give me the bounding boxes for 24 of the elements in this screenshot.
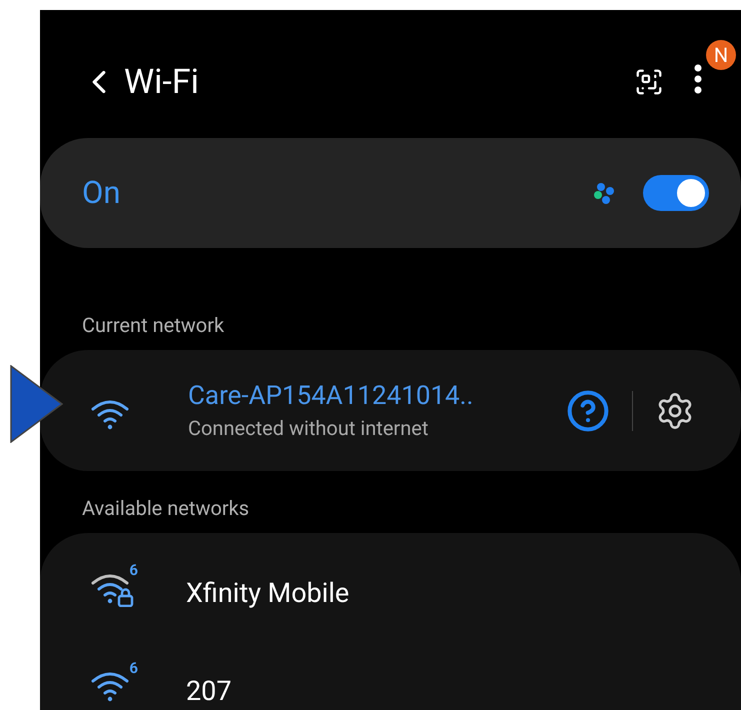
network-name: 207: [186, 674, 232, 709]
network-name: Care-AP154A11241014..: [188, 380, 474, 412]
more-options-button[interactable]: [694, 64, 702, 94]
notification-badge: N: [706, 40, 736, 70]
more-icon: [694, 64, 702, 94]
dots-icon: [593, 182, 615, 204]
toggle-label: On: [82, 172, 122, 213]
section-heading: Available networks: [82, 495, 250, 522]
page-title: Wi-Fi: [124, 60, 200, 104]
help-icon: [566, 388, 610, 432]
help-button[interactable]: [566, 388, 610, 432]
pointer-icon: [10, 365, 63, 443]
toggle-switch[interactable]: [643, 175, 709, 211]
wifi-standard-label: 6: [129, 563, 138, 578]
wifi-standard-label: 6: [129, 661, 138, 676]
qr-scan-button[interactable]: [634, 67, 664, 97]
network-item[interactable]: 6 207: [90, 659, 741, 710]
qr-code-icon: [634, 67, 664, 97]
current-network-card[interactable]: Care-AP154A11241014.. Connected without internet: [40, 350, 741, 471]
network-name: Xfinity Mobile: [186, 576, 350, 611]
wifi-toggle-card[interactable]: On: [40, 138, 741, 248]
network-item[interactable]: 6 Xfinity Mobile: [90, 561, 741, 659]
section-heading: Current network: [82, 312, 226, 339]
network-status: Connected without internet: [188, 416, 430, 442]
